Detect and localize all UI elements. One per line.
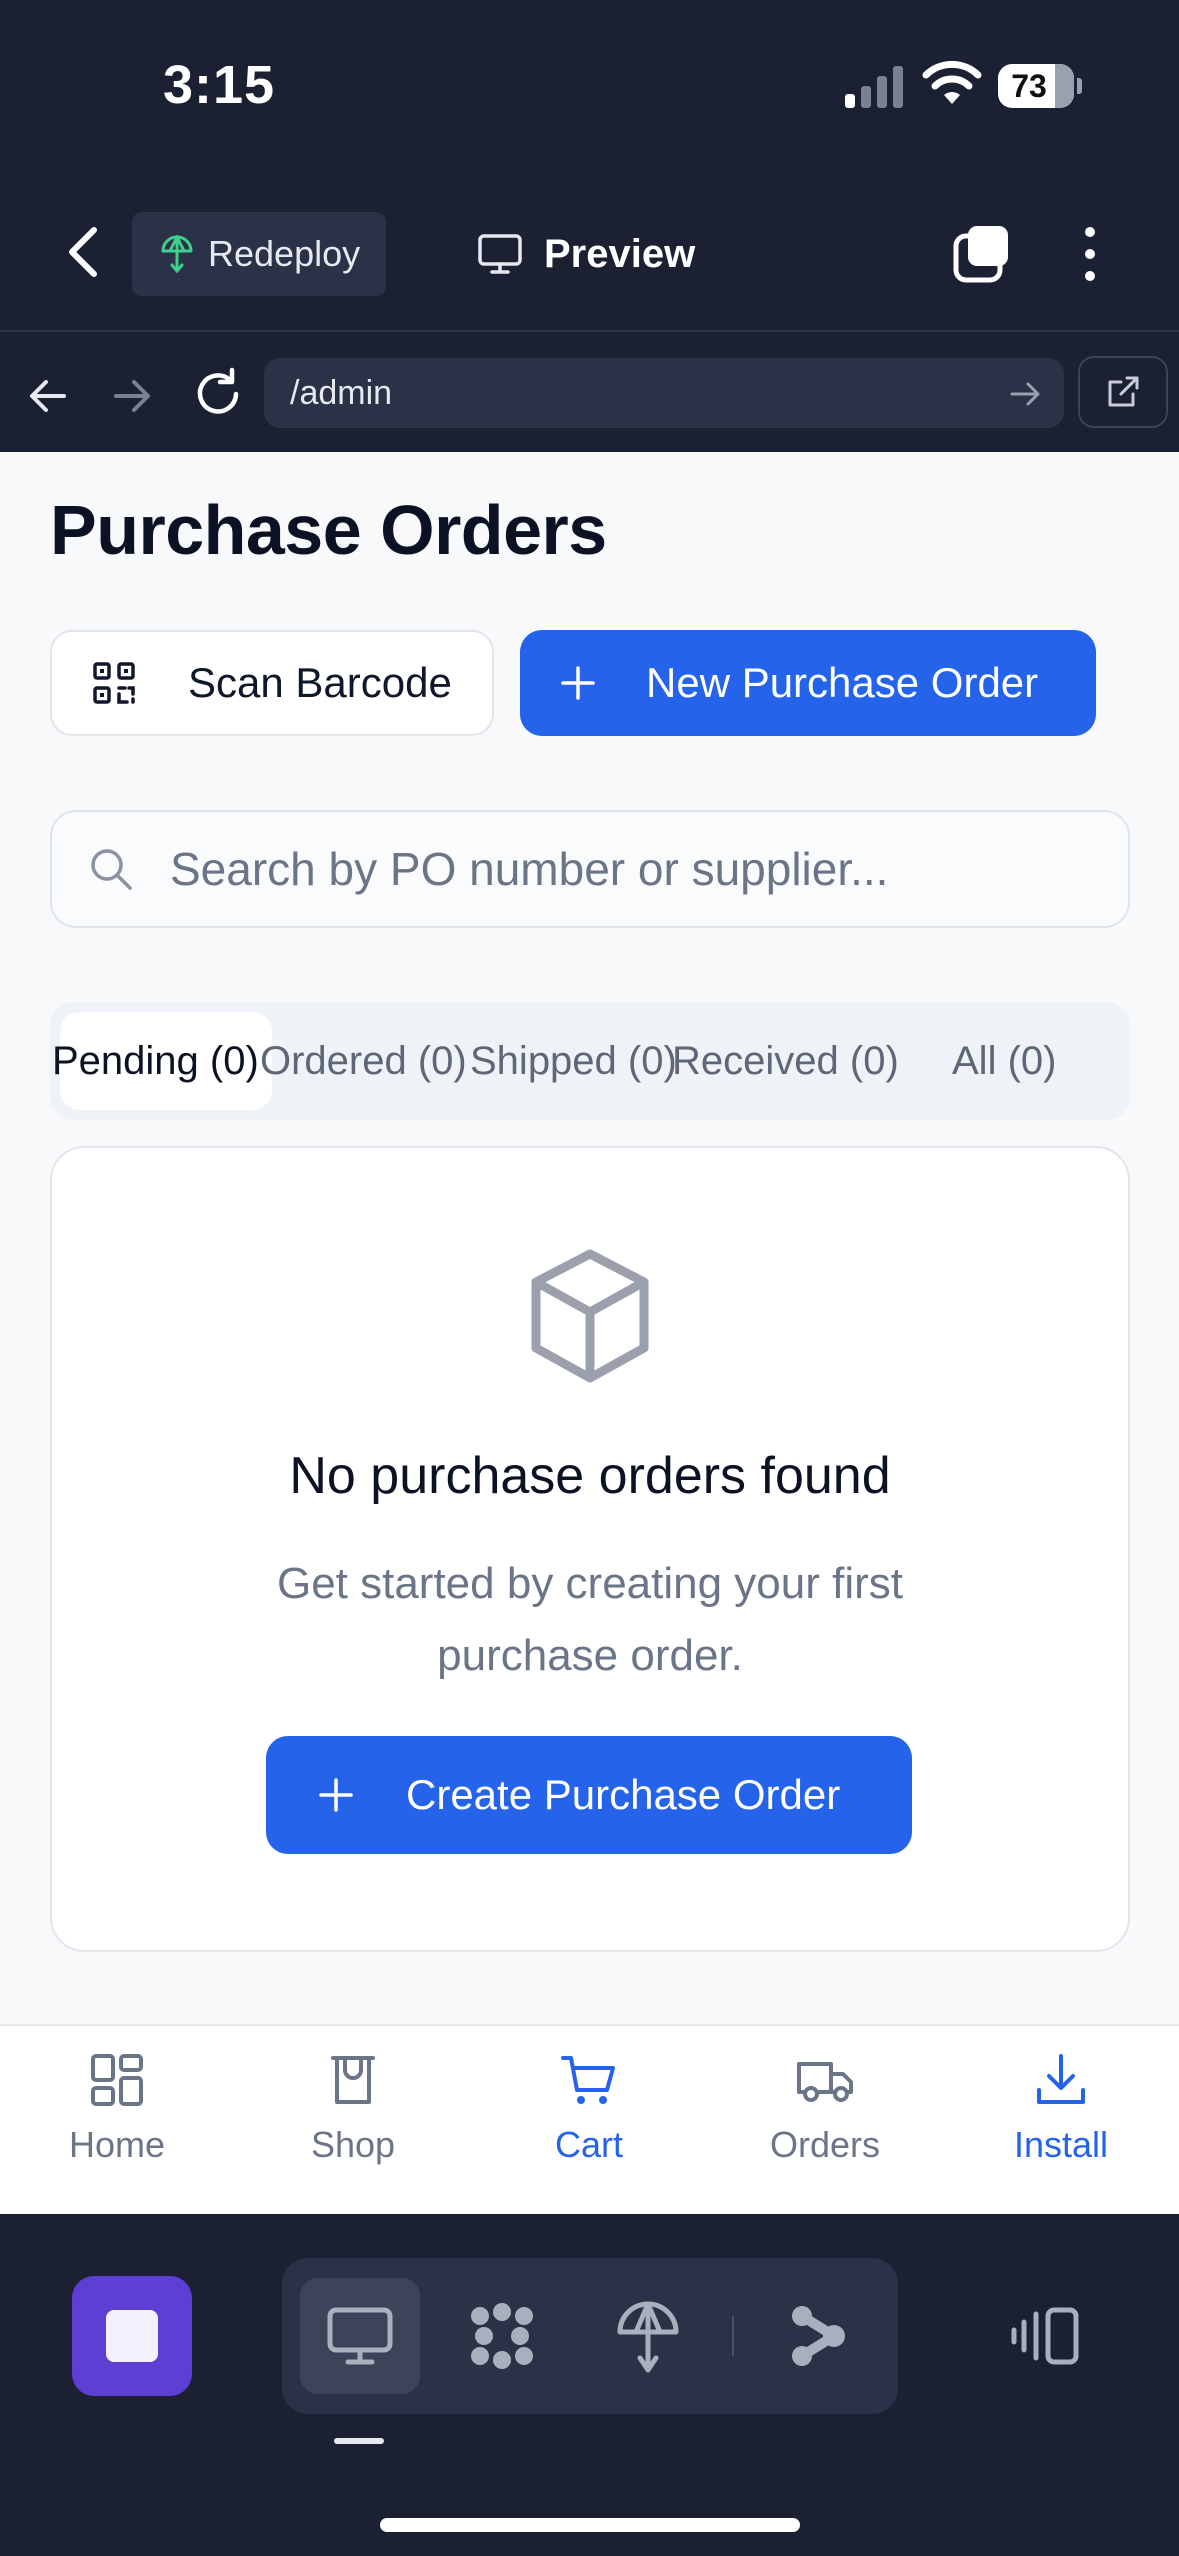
redeploy-icon (161, 235, 193, 273)
scan-barcode-button[interactable]: Scan Barcode (50, 630, 494, 736)
tabs-overview-icon[interactable] (952, 224, 1012, 284)
nav-orders-label: Orders (769, 2124, 881, 2165)
header-divider (0, 330, 1179, 332)
preview-label: Preview (544, 231, 696, 276)
back-chevron-icon[interactable] (62, 224, 106, 280)
nav-install[interactable]: Install (961, 2050, 1161, 2190)
nav-cart[interactable]: Cart (489, 2050, 689, 2190)
status-tabs: Pending (0) Ordered (0) Shipped (0) Rece… (50, 1002, 1130, 1120)
nav-shop-label: Shop (310, 2124, 396, 2165)
plus-icon (319, 1778, 353, 1812)
empty-state-title: No purchase orders found (289, 1447, 891, 1505)
nav-home-label: Home (68, 2124, 166, 2165)
url-go-arrow-icon[interactable] (1006, 376, 1046, 412)
search-input[interactable] (170, 842, 1070, 896)
layout-toggle-icon[interactable] (1008, 2296, 1088, 2376)
plus-icon (561, 666, 595, 700)
download-icon (1037, 2054, 1085, 2104)
share-node-icon[interactable] (778, 2296, 858, 2376)
more-options-icon[interactable] (1070, 224, 1110, 284)
tab-ordered[interactable]: Ordered (0) (260, 1002, 467, 1120)
external-link-icon (1108, 376, 1139, 407)
redeploy-button[interactable]: Redeploy (132, 212, 386, 296)
empty-state-description: Get started by creating your first purch… (276, 1559, 904, 1680)
tab-all[interactable]: All (0) (952, 1002, 1056, 1120)
dock-active-underline (334, 2438, 384, 2444)
cellular-signal-icon (845, 66, 903, 108)
url-bar[interactable]: /admin (264, 358, 1064, 428)
monitor-icon (478, 234, 522, 274)
truck-icon (797, 2062, 853, 2102)
scan-barcode-label: Scan Barcode (188, 659, 452, 706)
home-indicator[interactable] (380, 2518, 800, 2532)
qr-code-icon (93, 662, 135, 704)
new-purchase-order-button[interactable]: New Purchase Order (520, 630, 1096, 736)
new-purchase-order-label: New Purchase Order (646, 659, 1039, 706)
search-icon (91, 849, 132, 890)
package-box-icon (531, 1249, 649, 1383)
nav-install-label: Install (1013, 2124, 1109, 2165)
url-text: /admin (290, 373, 393, 412)
wifi-icon (922, 60, 982, 104)
tab-shipped[interactable]: Shipped (0) (470, 1002, 677, 1120)
nav-orders[interactable]: Orders (725, 2050, 925, 2190)
cart-icon (561, 2056, 615, 2104)
desktop-preview-icon[interactable] (320, 2296, 400, 2376)
create-purchase-order-label: Create Purchase Order (406, 1771, 841, 1818)
open-external-button[interactable] (1078, 356, 1168, 428)
battery-level: 73 (1011, 68, 1047, 104)
shop-icon (331, 2056, 375, 2104)
nav-cart-label: Cart (554, 2124, 623, 2165)
nav-shop[interactable]: Shop (253, 2050, 453, 2190)
tab-pending[interactable]: Pending (0) (52, 1002, 259, 1120)
create-purchase-order-button[interactable]: Create Purchase Order (266, 1736, 912, 1854)
browser-forward-icon[interactable] (108, 372, 156, 420)
tab-received[interactable]: Received (0) (672, 1002, 899, 1120)
grid-icon (91, 2054, 143, 2106)
deploy-icon[interactable] (608, 2296, 688, 2376)
redeploy-label: Redeploy (208, 233, 361, 274)
page-title: Purchase Orders (50, 491, 607, 569)
dock-separator (732, 2316, 734, 2356)
search-field[interactable] (50, 810, 1130, 928)
preview-button[interactable]: Preview (478, 222, 695, 286)
status-time: 3:15 (163, 55, 276, 115)
browser-back-icon[interactable] (24, 372, 72, 420)
battery-icon: 73 (998, 64, 1082, 108)
grid-dots-icon[interactable] (462, 2296, 542, 2376)
reload-icon[interactable] (190, 366, 246, 422)
app-stop-button[interactable] (72, 2276, 192, 2396)
nav-home[interactable]: Home (17, 2050, 217, 2190)
